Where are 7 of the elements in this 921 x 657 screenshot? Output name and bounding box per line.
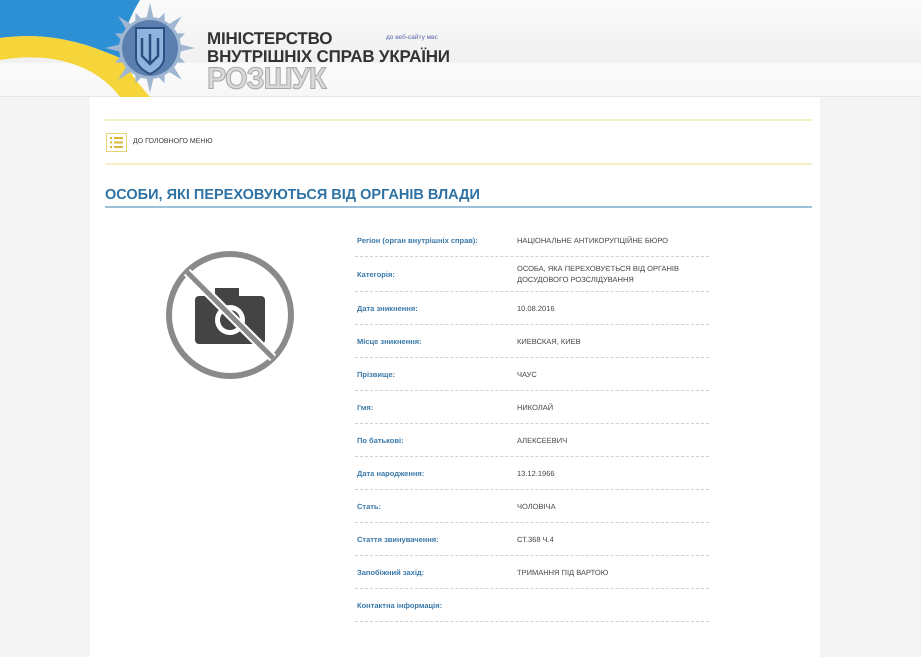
police-star-icon bbox=[104, 2, 196, 94]
ministry-title: МІНІСТЕРСТВО bbox=[207, 30, 332, 48]
section-title: РОЗШУК bbox=[207, 63, 326, 95]
menu-icon[interactable] bbox=[106, 132, 127, 152]
ministry-title: ВНУТРІШНІХ СПРАВ УКРАЇНИ bbox=[207, 48, 450, 66]
page-title: ОСОБИ, ЯКІ ПЕРЕХОВУЮТЬСЯ ВІД ОРГАНІВ ВЛАДИ bbox=[105, 187, 812, 208]
no-photo-icon bbox=[165, 250, 295, 380]
